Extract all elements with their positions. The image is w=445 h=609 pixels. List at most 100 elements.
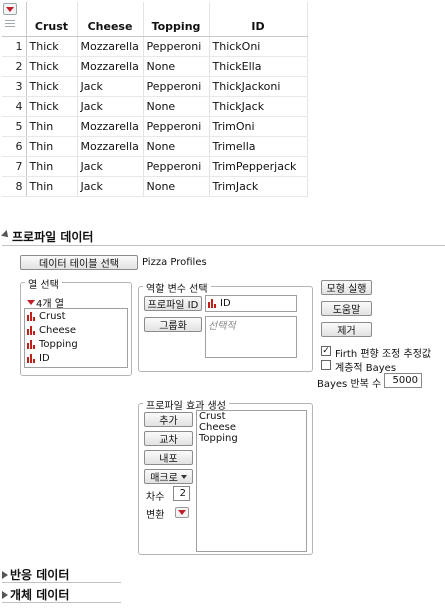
table-cell[interactable]: Jack: [77, 156, 144, 177]
table-cell[interactable]: Thin: [26, 116, 78, 137]
column-list-item[interactable]: Topping: [25, 337, 127, 351]
table-cell[interactable]: Thick: [26, 36, 78, 57]
effect-list-item[interactable]: Topping: [197, 433, 306, 444]
row-number[interactable]: 8: [2, 176, 27, 197]
table-cell[interactable]: ThickOni: [209, 36, 308, 57]
select-data-table-button[interactable]: 데이터 테이블 선택: [20, 255, 138, 270]
effect-list-item[interactable]: Crust: [197, 411, 306, 422]
table-cell[interactable]: Mozzarella: [77, 36, 144, 57]
table-cell[interactable]: Mozzarella: [77, 56, 144, 77]
table-cell[interactable]: None: [143, 96, 210, 117]
transform-label: 변환: [146, 510, 165, 521]
disclosure-closed-icon[interactable]: [2, 590, 8, 599]
row-number[interactable]: 6: [2, 136, 27, 157]
row-number[interactable]: 1: [2, 36, 27, 57]
data-table-area: Crust Cheese Topping ID 1 Thick Mozzarella…: [2, 2, 308, 197]
remove-button[interactable]: 제거: [321, 322, 372, 337]
row-state-icon[interactable]: [5, 20, 15, 27]
degree-input[interactable]: 2: [173, 486, 190, 501]
table-row[interactable]: 7 Thin Jack Pepperoni TrimPepperjack: [2, 156, 308, 177]
macro-dropdown[interactable]: 매크로: [144, 469, 193, 484]
add-effect-button[interactable]: 추가: [144, 412, 193, 427]
table-cell[interactable]: TrimJack: [209, 176, 308, 197]
disclosure-open-icon[interactable]: [1, 230, 11, 240]
table-cell[interactable]: Trimella: [209, 136, 308, 157]
help-button[interactable]: 도움말: [321, 301, 372, 316]
profile-id-list[interactable]: ID: [205, 295, 297, 312]
table-row[interactable]: 6 Thin Mozzarella None Trimella: [2, 136, 308, 157]
firth-checkbox[interactable]: ✓: [321, 346, 331, 356]
table-cell[interactable]: Mozzarella: [77, 116, 144, 137]
table-cell[interactable]: Thick: [26, 56, 78, 77]
nest-button[interactable]: 내포: [144, 450, 193, 465]
nominal-icon: [27, 325, 36, 335]
table-cell[interactable]: Pepperoni: [143, 156, 210, 177]
effects-list[interactable]: Crust Cheese Topping: [196, 410, 307, 552]
column-header-topping[interactable]: Topping: [143, 2, 210, 37]
table-cell[interactable]: Jack: [77, 76, 144, 97]
table-cell[interactable]: Jack: [77, 176, 144, 197]
effect-list-item[interactable]: Cheese: [197, 422, 306, 433]
bayes-iterations-input[interactable]: 5000: [384, 373, 422, 388]
row-number[interactable]: 4: [2, 96, 27, 117]
table-cell[interactable]: Mozzarella: [77, 136, 144, 157]
table-cell[interactable]: Pepperoni: [143, 116, 210, 137]
table-cell[interactable]: None: [143, 176, 210, 197]
column-list[interactable]: Crust Cheese Topping ID: [24, 308, 128, 368]
table-cell[interactable]: Pepperoni: [143, 36, 210, 57]
table-row[interactable]: 2 Thick Mozzarella None ThickElla: [2, 56, 308, 77]
table-cell[interactable]: ThickJack: [209, 96, 308, 117]
table-cell[interactable]: None: [143, 136, 210, 157]
hierarchical-bayes-checkbox[interactable]: [321, 360, 331, 370]
column-list-item[interactable]: Crust: [25, 309, 127, 323]
table-row[interactable]: 4 Thick Jack None ThickJack: [2, 96, 308, 117]
column-list-item-label: Topping: [39, 338, 78, 350]
cross-button[interactable]: 교차: [144, 431, 193, 446]
row-number[interactable]: 2: [2, 56, 27, 77]
table-cell[interactable]: ThickJackoni: [209, 76, 308, 97]
column-header-crust[interactable]: Crust: [26, 2, 78, 37]
table-row[interactable]: 5 Thin Mozzarella Pepperoni TrimOni: [2, 116, 308, 137]
table-menu-red-triangle-icon[interactable]: [3, 3, 17, 15]
response-data-header[interactable]: 반응 데이터: [2, 566, 69, 583]
transform-red-triangle-icon[interactable]: [175, 507, 189, 518]
disclosure-closed-icon[interactable]: [2, 570, 8, 579]
table-cell[interactable]: TrimOni: [209, 116, 308, 137]
table-cell[interactable]: Thin: [26, 176, 78, 197]
group-list[interactable]: 선택적: [205, 316, 297, 358]
run-model-button[interactable]: 모형 실행: [321, 280, 372, 295]
profile-id-button[interactable]: 프로파일 ID: [144, 296, 202, 311]
nominal-icon: [27, 311, 36, 321]
table-cell[interactable]: Thin: [26, 156, 78, 177]
subject-data-header[interactable]: 개체 데이터: [2, 586, 69, 603]
table-cell[interactable]: TrimPepperjack: [209, 156, 308, 177]
table-row[interactable]: 8 Thin Jack None TrimJack: [2, 176, 308, 197]
response-data-title: 반응 데이터: [10, 568, 70, 582]
table-corner: [2, 2, 27, 37]
row-number[interactable]: 5: [2, 116, 27, 137]
table-row[interactable]: 3 Thick Jack Pepperoni ThickJackoni: [2, 76, 308, 97]
subject-data-title: 개체 데이터: [10, 588, 70, 602]
table-cell[interactable]: ThickElla: [209, 56, 308, 77]
profile-id-item[interactable]: ID: [206, 296, 296, 310]
column-header-cheese[interactable]: Cheese: [77, 2, 144, 37]
table-cell[interactable]: Jack: [77, 96, 144, 117]
profile-data-header[interactable]: 프로파일 데이터: [1, 228, 93, 245]
table-cell[interactable]: Thick: [26, 96, 78, 117]
column-header-id[interactable]: ID: [209, 2, 308, 37]
column-list-item[interactable]: Cheese: [25, 323, 127, 337]
table-cell[interactable]: Thick: [26, 76, 78, 97]
red-triangle-icon[interactable]: [26, 299, 35, 307]
group-button[interactable]: 그룹화: [144, 317, 202, 332]
table-row[interactable]: 1 Thick Mozzarella Pepperoni ThickOni: [2, 36, 308, 57]
table-cell[interactable]: None: [143, 56, 210, 77]
column-list-item-label: Crust: [39, 310, 66, 322]
column-list-item[interactable]: ID: [25, 351, 127, 365]
table-cell[interactable]: Thin: [26, 136, 78, 157]
chevron-down-icon: [180, 474, 187, 479]
row-number[interactable]: 3: [2, 76, 27, 97]
column-list-item-label: Cheese: [39, 324, 76, 336]
column-select-title: 열 선택: [25, 276, 62, 291]
row-number[interactable]: 7: [2, 156, 27, 177]
table-cell[interactable]: Pepperoni: [143, 76, 210, 97]
